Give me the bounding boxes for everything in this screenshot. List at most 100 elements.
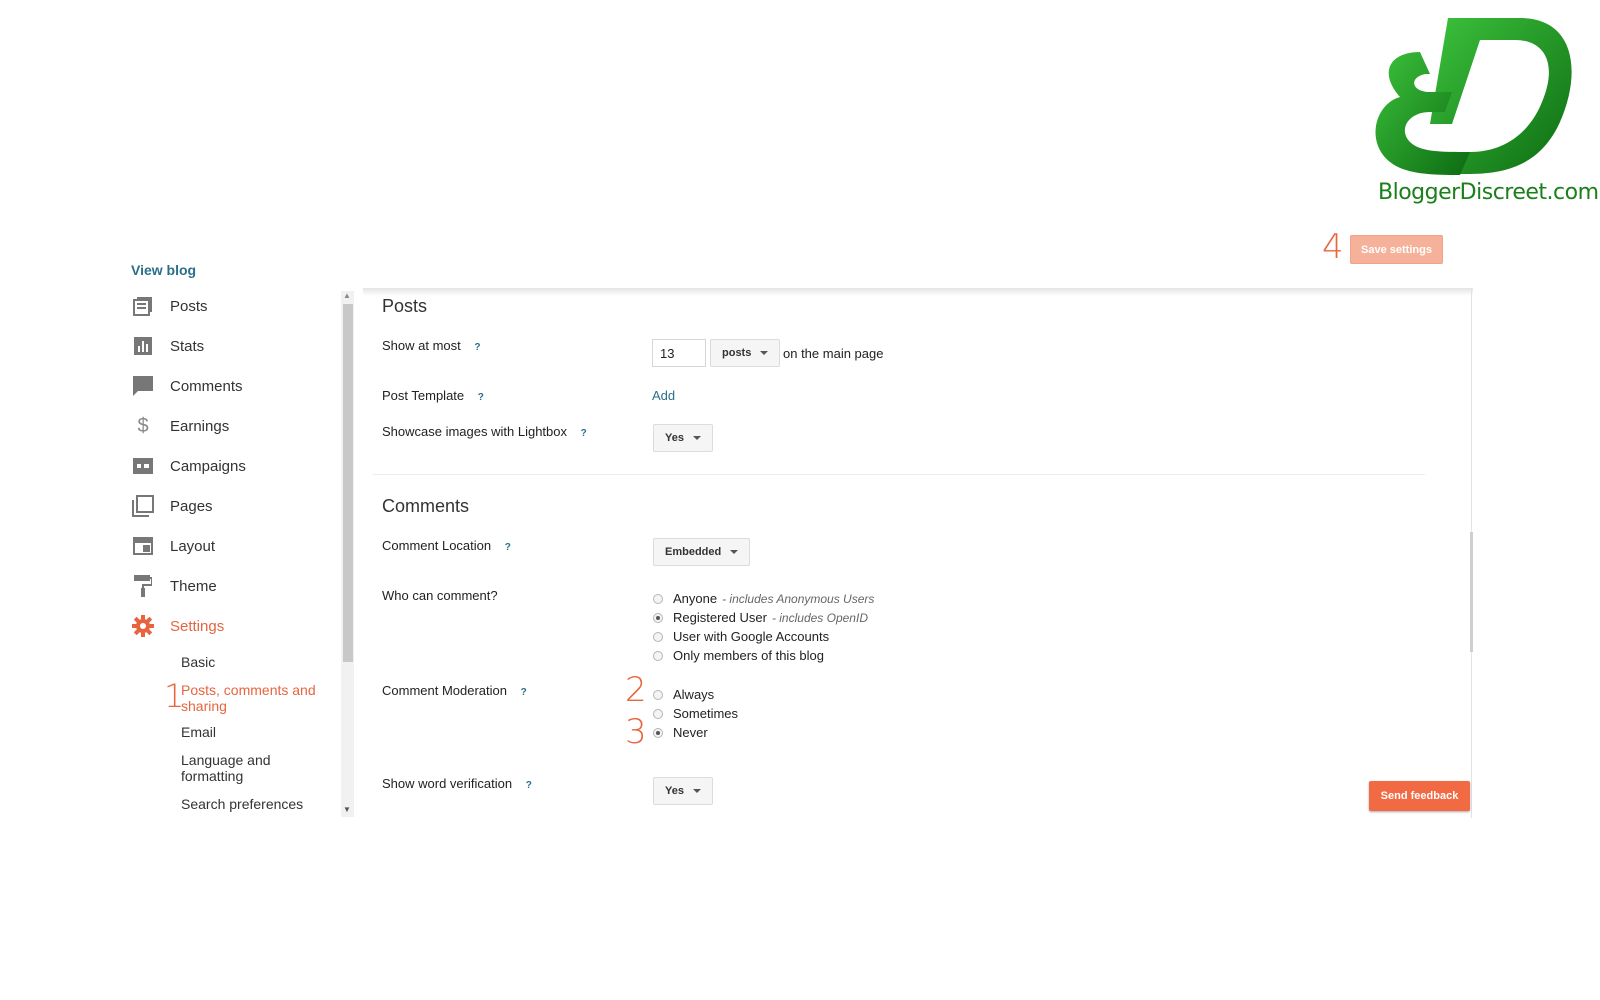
sidebar-item-label: Earnings [170, 417, 230, 435]
radio-button[interactable] [653, 593, 663, 604]
logo-mark [1375, 18, 1572, 175]
campaigns-icon [132, 455, 154, 477]
help-icon[interactable]: ? [581, 428, 587, 439]
option-note: - includes Anonymous Users [722, 591, 875, 606]
section-divider [373, 474, 1425, 475]
chevron-down-icon [760, 351, 769, 355]
sidebar-item-label: Theme [170, 577, 217, 595]
sidebar-item-label: Stats [170, 337, 205, 355]
who-can-comment-registered[interactable]: Registered User - includes OpenID [653, 610, 868, 625]
sidebar-item-label: Comments [170, 377, 243, 395]
stats-icon [132, 335, 154, 357]
help-icon[interactable]: ? [521, 687, 527, 698]
radio-button[interactable] [653, 631, 663, 642]
main-page-suffix: on the main page [783, 346, 884, 361]
add-post-template-link[interactable]: Add [652, 388, 675, 403]
radio-button[interactable] [653, 727, 663, 738]
site-logo: BloggerDiscreet.com [1370, 12, 1599, 212]
post-template-label: Post Template [382, 388, 465, 403]
word-verification-row: Show word verification ? [382, 776, 532, 791]
help-icon[interactable]: ? [478, 392, 484, 403]
option-label: Only members of this blog [673, 648, 825, 663]
comment-location-label: Comment Location [382, 538, 492, 553]
moderation-sometimes[interactable]: Sometimes [653, 706, 738, 721]
who-can-comment-anyone[interactable]: Anyone - includes Anonymous Users [653, 591, 874, 606]
help-icon[interactable]: ? [526, 780, 532, 791]
sidebar-item-label: Pages [170, 497, 213, 515]
lightbox-dropdown[interactable]: Yes [653, 424, 713, 452]
moderation-never[interactable]: Never [653, 725, 708, 740]
help-icon[interactable]: ? [474, 342, 480, 353]
sidebar-item-theme[interactable]: Theme [132, 568, 342, 604]
subnav-posts-comments-sharing[interactable]: Posts, comments and sharing [181, 682, 336, 714]
sidebar-item-layout[interactable]: Layout [132, 528, 342, 564]
word-verification-label: Show word verification [382, 776, 513, 791]
main-scrollbar-thumb[interactable] [1470, 532, 1473, 652]
posts-count-input[interactable]: 13 [652, 339, 706, 367]
option-label: Never [673, 725, 708, 740]
option-label: Anyone [673, 591, 718, 606]
step-marker-3: 3 [625, 712, 647, 752]
subnav-basic[interactable]: Basic [181, 654, 336, 670]
sidebar-item-settings[interactable]: Settings [132, 608, 342, 644]
gear-icon [132, 615, 154, 637]
view-blog-link[interactable]: View blog [131, 262, 196, 278]
chevron-down-icon [730, 550, 739, 554]
word-verification-value: Yes [665, 785, 684, 797]
sidebar-item-label: Posts [170, 297, 208, 315]
sidebar-item-campaigns[interactable]: Campaigns [132, 448, 342, 484]
help-icon[interactable]: ? [505, 542, 511, 553]
comment-location-dropdown[interactable]: Embedded [653, 538, 751, 566]
post-template-row: Post Template ? [382, 388, 484, 403]
step-marker-2: 2 [625, 670, 647, 710]
who-can-comment-label: Who can comment? [382, 588, 498, 603]
layout-icon [132, 535, 154, 557]
sidebar-item-earnings[interactable]: $ Earnings [132, 408, 342, 444]
send-feedback-button[interactable]: Send feedback [1369, 781, 1470, 811]
save-settings-button[interactable]: Save settings [1350, 235, 1443, 264]
step-marker-4: 4 [1322, 227, 1344, 267]
chevron-down-icon [692, 436, 701, 440]
sidebar-item-posts[interactable]: Posts [132, 288, 342, 324]
moderation-always[interactable]: Always [653, 687, 714, 702]
option-label: User with Google Accounts [673, 629, 830, 644]
who-can-comment-google[interactable]: User with Google Accounts [653, 629, 829, 644]
radio-button[interactable] [653, 708, 663, 719]
dollar-icon: $ [137, 414, 149, 437]
posts-unit-value: posts [722, 347, 752, 359]
option-label: Sometimes [673, 706, 739, 721]
posts-unit-dropdown[interactable]: posts [710, 339, 781, 367]
subnav-language-formatting[interactable]: Language and formatting [181, 752, 336, 784]
moderation-label: Comment Moderation [382, 683, 507, 698]
sidebar-item-pages[interactable]: Pages [132, 488, 342, 524]
radio-button[interactable] [653, 650, 663, 661]
radio-button[interactable] [653, 612, 663, 623]
pages-icon [132, 495, 154, 517]
sidebar: Posts Stats Comments $ Earnings Campaign… [126, 288, 354, 818]
comments-section-title: Comments [382, 496, 470, 516]
subnav-search-preferences[interactable]: Search preferences [181, 796, 336, 812]
who-can-comment-members[interactable]: Only members of this blog [653, 648, 824, 663]
posts-icon [132, 295, 154, 317]
lightbox-row: Showcase images with Lightbox ? [382, 424, 587, 439]
logo-text: BloggerDiscreet.com [1378, 180, 1599, 205]
posts-section-title: Posts [382, 296, 428, 316]
option-label: Always [673, 687, 715, 702]
sidebar-scrollbar-thumb[interactable] [343, 304, 353, 662]
sidebar-item-stats[interactable]: Stats [132, 328, 342, 364]
lightbox-label: Showcase images with Lightbox [382, 424, 567, 439]
comments-icon [132, 375, 154, 397]
moderation-row: Comment Moderation ? [382, 683, 527, 698]
word-verification-dropdown[interactable]: Yes [653, 777, 713, 805]
comment-location-row: Comment Location ? [382, 538, 511, 553]
scroll-up-arrow-icon[interactable]: ▲ [343, 291, 351, 300]
scroll-down-arrow-icon[interactable]: ▼ [343, 805, 351, 814]
option-label: Registered User [673, 610, 767, 625]
option-note: - includes OpenID [771, 610, 868, 625]
theme-roller-icon [132, 575, 154, 597]
sidebar-item-comments[interactable]: Comments [132, 368, 342, 404]
comment-location-value: Embedded [665, 546, 722, 558]
sidebar-item-label: Campaigns [170, 457, 246, 475]
subnav-email[interactable]: Email [181, 724, 336, 740]
radio-button[interactable] [653, 689, 663, 700]
